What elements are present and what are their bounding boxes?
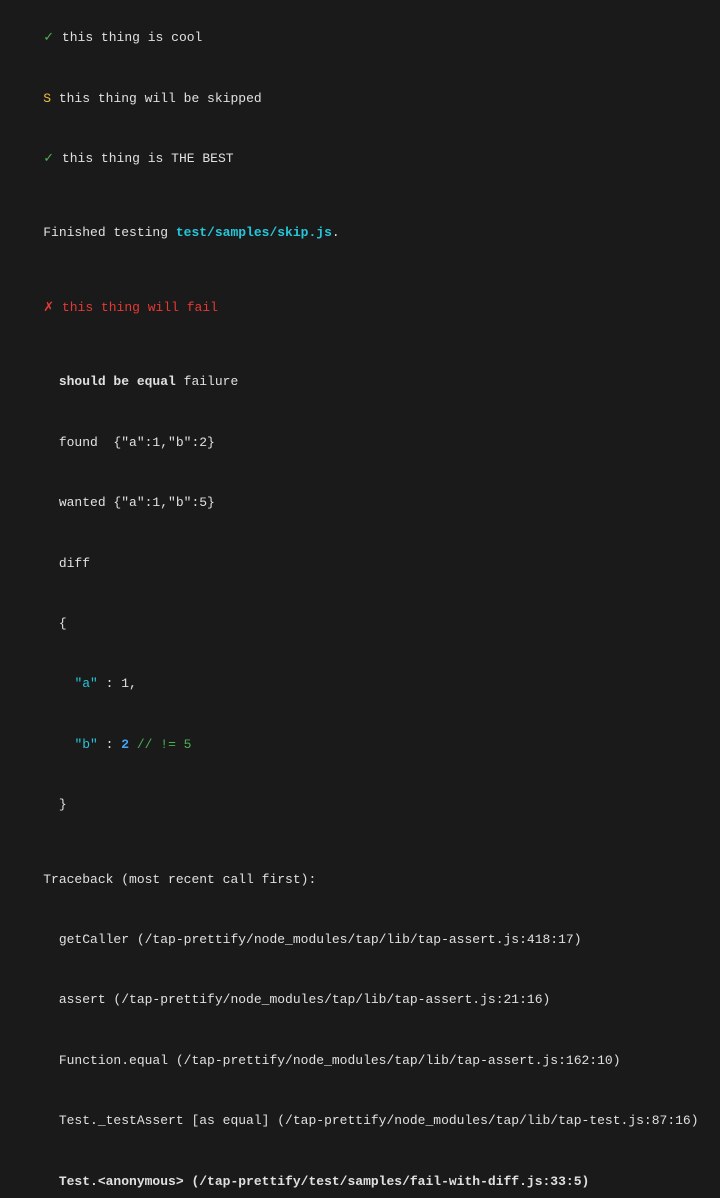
checkmark-icon: ✓ [43,30,54,45]
line-diff-open: { [12,594,708,654]
line-pass-1: ✓ this thing is cool [12,8,708,68]
line-diff-label: diff [12,533,708,593]
fail-icon: ✗ [43,300,54,315]
blank-2 [12,264,708,278]
checkmark-icon-2: ✓ [43,151,54,166]
terminal-output: ✓ this thing is cool S this thing will b… [12,8,708,1198]
line-finished-1: Finished testing test/samples/skip.js. [12,203,708,263]
line-tb-1: getCaller (/tap-prettify/node_modules/ta… [12,910,708,970]
line-wanted: wanted {"a":1,"b":5} [12,473,708,533]
line-diff-b: "b" : 2 // != 5 [12,715,708,775]
line-traceback-header: Traceback (most recent call first): [12,849,708,909]
line-tb-3: Function.equal (/tap-prettify/node_modul… [12,1031,708,1091]
line-tb-2: assert (/tap-prettify/node_modules/tap/l… [12,970,708,1030]
line-should-be-equal: should be equal failure [12,352,708,412]
line-skip-1: S this thing will be skipped [12,68,708,128]
line-diff-close: } [12,775,708,835]
line-tb-5-bold: Test.<anonymous> (/tap-prettify/test/sam… [12,1152,708,1198]
blank-1 [12,189,708,203]
line-diff-a: "a" : 1, [12,654,708,714]
blank-4 [12,835,708,849]
skip-icon: S [43,91,51,106]
blank-3 [12,338,708,352]
line-tb-4: Test._testAssert [as equal] (/tap-pretti… [12,1091,708,1151]
line-found: found {"a":1,"b":2} [12,413,708,473]
line-pass-2: ✓ this thing is THE BEST [12,129,708,189]
line-fail-1: ✗ this thing will fail [12,278,708,338]
